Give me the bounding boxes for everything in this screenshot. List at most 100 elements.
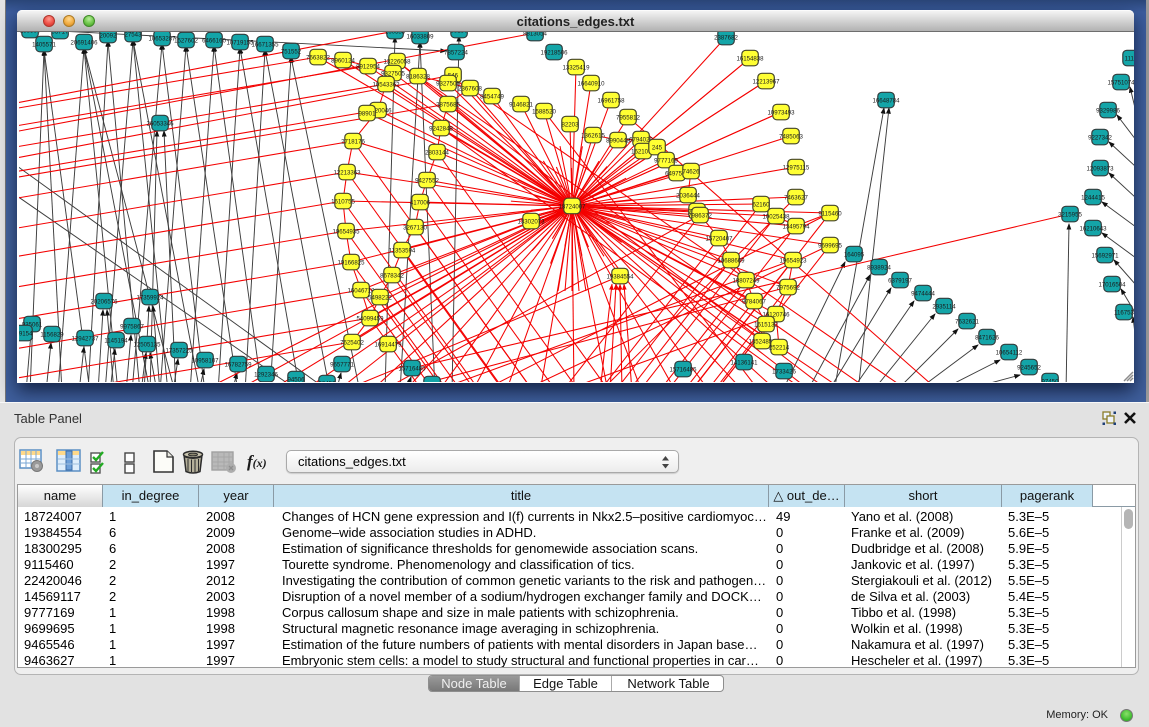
svg-text:10688609: 10688609 (717, 257, 745, 264)
svg-text:16961758: 16961758 (597, 97, 625, 104)
svg-text:1527602: 1527602 (174, 37, 198, 44)
svg-text:7485063: 7485063 (779, 133, 803, 140)
svg-text:2367608: 2367608 (458, 85, 482, 92)
svg-text:16782759: 16782759 (224, 361, 252, 368)
svg-text:1610755: 1610755 (331, 198, 355, 205)
svg-text:116753: 116753 (1114, 309, 1134, 316)
svg-text:9146821: 9146821 (509, 101, 533, 108)
svg-text:2036444: 2036444 (676, 192, 700, 199)
svg-text:10973493: 10973493 (767, 109, 795, 116)
svg-text:1244415: 1244415 (1081, 194, 1105, 201)
svg-text:16046718: 16046718 (347, 287, 375, 294)
svg-text:9115460: 9115460 (818, 210, 842, 217)
svg-text:9657771: 9657771 (330, 361, 354, 368)
svg-text:1615132: 1615132 (754, 321, 778, 328)
svg-text:9245652: 9245652 (1017, 364, 1041, 371)
svg-text:16648784: 16648784 (872, 97, 900, 104)
svg-text:12505135: 12505135 (133, 341, 161, 348)
svg-text:13325419: 13325419 (562, 64, 590, 71)
svg-text:10958107: 10958107 (191, 357, 219, 364)
svg-text:20092: 20092 (100, 32, 118, 39)
svg-text:2803144: 2803144 (425, 149, 449, 156)
svg-text:19166825: 19166825 (337, 259, 365, 266)
svg-text:74626: 74626 (683, 168, 701, 175)
svg-text:751552: 751552 (281, 48, 302, 55)
svg-text:8454749: 8454749 (480, 93, 504, 100)
svg-text:10025438: 10025438 (762, 213, 790, 220)
svg-text:97450: 97450 (1042, 378, 1060, 382)
svg-text:88130: 88130 (451, 32, 469, 34)
svg-text:1145194: 1145194 (104, 337, 128, 344)
svg-text:16210643: 16210643 (1079, 225, 1107, 232)
svg-text:7663822: 7663822 (306, 54, 330, 61)
svg-text:8960124: 8960124 (331, 57, 355, 64)
svg-text:12093873: 12093873 (1086, 165, 1114, 172)
svg-text:18724007: 18724007 (558, 203, 586, 210)
svg-text:160338: 160338 (385, 32, 406, 35)
svg-text:13302073: 13302073 (517, 218, 545, 225)
svg-text:7986372: 7986372 (688, 212, 712, 219)
svg-text:417006: 417006 (410, 199, 431, 206)
svg-text:1112: 1112 (1125, 55, 1134, 62)
svg-text:8678342: 8678342 (380, 272, 404, 279)
svg-text:17359924: 17359924 (136, 294, 164, 301)
svg-text:19654923: 19654923 (779, 257, 807, 264)
svg-text:17357225: 17357225 (165, 347, 193, 354)
svg-text:16154838: 16154838 (736, 55, 764, 62)
svg-text:12975115: 12975115 (783, 164, 810, 171)
svg-text:9327505: 9327505 (436, 80, 460, 87)
svg-text:3875685: 3875685 (436, 101, 460, 108)
svg-text:1588520: 1588520 (532, 108, 556, 115)
svg-text:8990448: 8990448 (606, 137, 630, 144)
svg-text:15716485: 15716485 (669, 366, 697, 373)
svg-text:1292346: 1292346 (254, 371, 278, 378)
svg-text:252214: 252214 (769, 344, 790, 351)
svg-text:2718176: 2718176 (341, 138, 365, 145)
svg-text:8186328: 8186328 (406, 73, 430, 80)
svg-text:10719155: 10719155 (226, 39, 254, 46)
svg-text:20206576: 20206576 (90, 298, 118, 305)
svg-text:2387682: 2387682 (714, 34, 738, 41)
svg-text:3215955: 3215955 (1058, 211, 1082, 218)
svg-text:9329986: 9329986 (1096, 107, 1120, 114)
svg-text:12213363: 12213363 (333, 169, 361, 176)
svg-text:1156829: 1156829 (40, 331, 64, 338)
svg-text:8813054: 8813054 (523, 32, 547, 37)
svg-text:39154: 39154 (19, 330, 33, 337)
svg-text:9784067: 9784067 (742, 298, 766, 305)
svg-text:164095: 164095 (844, 251, 865, 258)
svg-text:12942737: 12942737 (71, 335, 99, 342)
svg-text:15692971: 15692971 (1091, 252, 1119, 259)
svg-text:19218506: 19218506 (540, 49, 568, 56)
svg-text:82203: 82203 (562, 121, 580, 128)
svg-text:6466160: 6466160 (202, 37, 226, 44)
svg-text:17016504: 17016504 (1098, 281, 1126, 288)
svg-text:9474444: 9474444 (911, 290, 935, 297)
svg-text:5498222: 5498222 (368, 294, 392, 301)
svg-text:19654935: 19654935 (332, 228, 360, 235)
svg-text:1362615: 1362615 (581, 132, 605, 139)
svg-text:62160: 62160 (753, 201, 771, 208)
svg-text:7975692: 7975692 (776, 284, 800, 291)
svg-text:13495794: 13495794 (782, 223, 810, 230)
svg-text:98901: 98901 (359, 110, 377, 117)
svg-text:10543362: 10543362 (372, 81, 400, 88)
svg-text:7463627: 7463627 (784, 194, 808, 201)
svg-text:10653287: 10653287 (148, 35, 176, 42)
svg-text:9777169: 9777169 (654, 157, 678, 164)
svg-text:27543: 27543 (125, 32, 143, 38)
svg-text:1405571: 1405571 (32, 41, 56, 48)
svg-text:6379197: 6379197 (888, 277, 912, 284)
svg-text:3267130: 3267130 (403, 224, 427, 231)
svg-text:7632621: 7632621 (955, 318, 979, 325)
svg-text:245: 245 (652, 144, 663, 151)
svg-text:18807249: 18807249 (732, 277, 760, 284)
svg-text:1733426: 1733426 (772, 368, 796, 375)
svg-text:8938924: 8938924 (867, 264, 891, 271)
svg-text:7955812: 7955812 (616, 114, 640, 121)
svg-text:7625402: 7625402 (340, 339, 364, 346)
svg-text:16033809: 16033809 (406, 33, 434, 40)
svg-text:15716485: 15716485 (398, 365, 426, 372)
svg-text:16640910: 16640910 (577, 80, 605, 87)
svg-text:13226058: 13226058 (383, 58, 411, 65)
